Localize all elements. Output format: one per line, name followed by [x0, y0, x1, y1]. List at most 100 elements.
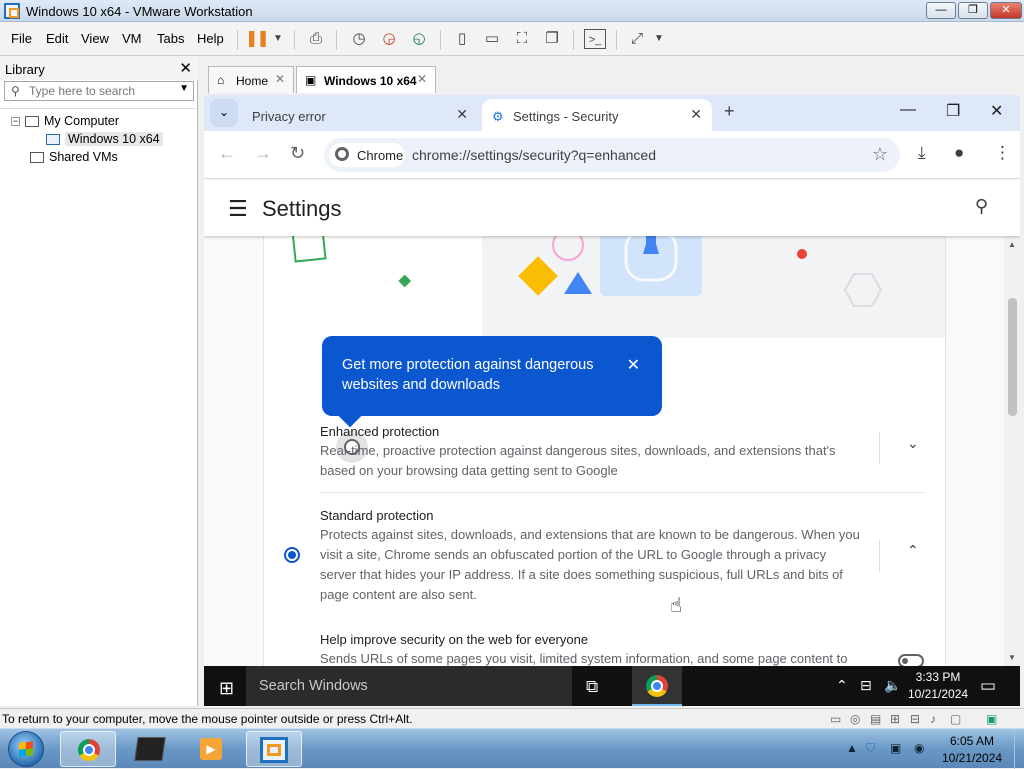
sound-icon[interactable]: ♪	[930, 712, 936, 726]
windows-start-icon[interactable]: ⊞	[219, 678, 234, 699]
snapshot-icon[interactable]: ◷	[348, 29, 370, 49]
guest-screen[interactable]: ⌄ Privacy error ✕ ⚙ Settings - Security …	[204, 95, 1020, 706]
host-media-player-button[interactable]: ▶	[184, 731, 240, 767]
chrome-minimize-icon[interactable]: —	[900, 101, 916, 119]
menu-tabs[interactable]: Tabs	[157, 31, 184, 46]
tab-close-icon[interactable]: ✕	[275, 72, 285, 86]
cd-icon[interactable]: ◎	[850, 712, 860, 726]
tray-chevron-up-icon[interactable]: ⌃	[836, 677, 848, 694]
full-screen-icon[interactable]: ⛶	[511, 29, 533, 49]
chrome-menu-icon[interactable]: ⋮	[994, 143, 1011, 163]
menu-view[interactable]: View	[81, 31, 109, 46]
library-search-box[interactable]: ⚲ ▼	[4, 81, 194, 101]
host-chrome-button[interactable]	[60, 731, 116, 767]
download-icon[interactable]: ⤓	[918, 143, 926, 163]
show-library-icon[interactable]: ▯	[451, 29, 473, 49]
power-dropdown-icon[interactable]: ▼	[267, 29, 289, 49]
maximize-button[interactable]: ❐	[958, 2, 988, 19]
bookmark-star-icon[interactable]: ☆	[872, 144, 888, 165]
window-title: Windows 10 x64 - VMware Workstation	[26, 4, 253, 19]
chrome-restore-icon[interactable]: ❐	[946, 101, 960, 121]
minimize-button[interactable]: —	[926, 2, 956, 19]
network-adapter-icon[interactable]: ⊞	[890, 712, 900, 726]
page-scrollbar[interactable]: ▲ ▼	[1004, 236, 1020, 666]
library-search-input[interactable]	[29, 83, 174, 99]
volume-icon[interactable]: 🔈	[884, 677, 901, 694]
show-desktop-button[interactable]	[1014, 729, 1024, 769]
url-text[interactable]: chrome://settings/security?q=enhanced	[412, 147, 656, 163]
message-icon[interactable]: ▣	[986, 712, 997, 726]
stretch-guest-icon[interactable]: ⤢	[626, 29, 648, 49]
help-improve-security-row[interactable]: Help improve security on the web for eve…	[264, 626, 945, 666]
unity-icon[interactable]: ❐	[541, 29, 563, 49]
tab-home[interactable]: ⌂ Home ✕	[208, 66, 294, 93]
tree-item-shared-vms[interactable]: Shared VMs	[30, 149, 118, 166]
hard-disk-icon[interactable]: ▭	[830, 712, 841, 726]
chrome-tab-privacy-error[interactable]: Privacy error ✕	[240, 99, 478, 131]
menu-vm[interactable]: VM	[122, 31, 142, 46]
usb-icon[interactable]: ⊟	[910, 712, 920, 726]
settings-search-icon[interactable]: ⚲	[975, 196, 988, 217]
tab-search-icon[interactable]: ⌄	[210, 99, 238, 127]
library-close-icon[interactable]: ✕	[179, 59, 192, 77]
tray-volume-icon[interactable]: ◉	[914, 741, 924, 755]
reload-icon[interactable]: ↻	[290, 143, 305, 164]
scroll-up-icon[interactable]: ▲	[1008, 240, 1016, 249]
profile-avatar-icon[interactable]: ●	[954, 143, 964, 163]
standard-protection-radio[interactable]	[284, 547, 300, 563]
chrome-tab-settings[interactable]: ⚙ Settings - Security ✕	[482, 99, 712, 131]
scroll-thumb[interactable]	[1008, 298, 1017, 416]
hamburger-menu-icon[interactable]: ☰	[228, 196, 248, 222]
standard-protection-option[interactable]: Standard protection Protects against sit…	[264, 502, 945, 612]
send-ctrl-alt-del-icon[interactable]: ⎙	[305, 29, 327, 49]
host-terminal-button[interactable]	[122, 731, 178, 767]
thumbnail-bar-icon[interactable]: ▭	[481, 29, 503, 49]
settings-content[interactable]: Get more protection against dangerous we…	[204, 236, 1020, 666]
stretch-dropdown-icon[interactable]: ▼	[648, 29, 670, 49]
guest-chrome-taskbar-button[interactable]	[632, 666, 682, 706]
host-vmware-button[interactable]	[246, 731, 302, 767]
task-view-icon[interactable]: ⧉	[586, 677, 598, 697]
chrome-close-icon[interactable]: ✕	[990, 101, 1003, 121]
site-info-chip[interactable]: Chrome	[329, 143, 405, 167]
tray-chevron-up-icon[interactable]: ▲	[846, 741, 858, 755]
guest-clock-date[interactable]: 10/21/2024	[908, 687, 968, 701]
forward-icon[interactable]: →	[254, 143, 272, 164]
tab-close-icon[interactable]: ✕	[690, 106, 702, 123]
help-improve-toggle[interactable]	[898, 654, 924, 666]
tab-close-icon[interactable]: ✕	[456, 106, 468, 123]
guest-clock-time[interactable]: 3:33 PM	[908, 670, 968, 684]
chevron-down-icon[interactable]: ⌄	[907, 435, 919, 452]
back-icon[interactable]: ←	[218, 143, 236, 164]
host-clock-date[interactable]: 10/21/2024	[942, 751, 1002, 765]
menu-file[interactable]: File	[11, 31, 32, 46]
windows-start-orb[interactable]	[8, 731, 44, 767]
chevron-down-icon[interactable]: ▼	[179, 83, 189, 94]
tab-windows-10[interactable]: ▣ Windows 10 x64 ✕	[296, 66, 436, 93]
tray-network-icon[interactable]: ▣	[890, 741, 901, 755]
revert-snapshot-icon[interactable]: ◶	[378, 29, 400, 49]
console-view-icon[interactable]: >_	[584, 29, 606, 49]
guest-search-box[interactable]: Search Windows	[246, 666, 572, 706]
pause-icon[interactable]: ❚❚	[245, 29, 270, 49]
tooltip-close-icon[interactable]: ✕	[627, 355, 640, 375]
tree-item-my-computer[interactable]: − My Computer	[11, 113, 119, 130]
tree-item-windows-10[interactable]: Windows 10 x64	[46, 131, 163, 148]
address-bar[interactable]: Chrome chrome://settings/security?q=enha…	[324, 138, 900, 172]
display-icon[interactable]: ▢	[950, 712, 961, 726]
host-clock-time[interactable]: 6:05 AM	[942, 734, 1002, 748]
menu-help[interactable]: Help	[197, 31, 224, 46]
menu-edit[interactable]: Edit	[46, 31, 68, 46]
action-center-icon[interactable]: ▭	[980, 676, 996, 696]
collapse-icon[interactable]: −	[11, 117, 20, 127]
tab-close-icon[interactable]: ✕	[417, 72, 427, 86]
enhanced-protection-option[interactable]: Enhanced protection Real-time, proactive…	[264, 416, 945, 486]
network-icon[interactable]: ⊟	[860, 677, 872, 694]
close-button[interactable]: ✕	[990, 2, 1022, 19]
tray-shield-icon[interactable]: ⛉	[866, 741, 875, 756]
floppy-icon[interactable]: ▤	[870, 712, 881, 726]
chevron-up-icon[interactable]: ⌃	[907, 542, 919, 559]
new-tab-button[interactable]: +	[724, 101, 735, 122]
snapshot-manager-icon[interactable]: ◵	[408, 29, 430, 49]
scroll-down-icon[interactable]: ▼	[1008, 653, 1016, 662]
